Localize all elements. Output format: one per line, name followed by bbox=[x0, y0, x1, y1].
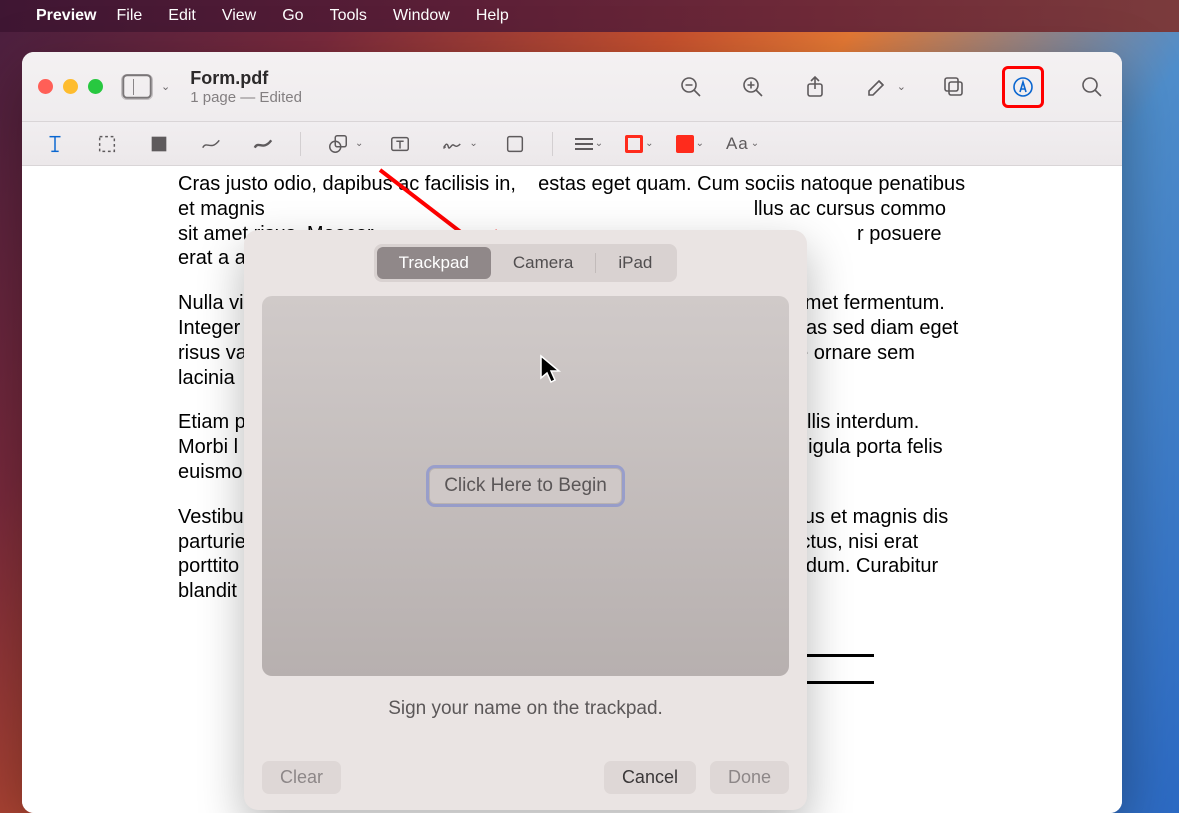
zoom-in-button[interactable] bbox=[739, 73, 767, 101]
titlebar: ⌄ Form.pdf 1 page — Edited ⌄ bbox=[22, 52, 1122, 122]
zoom-button[interactable] bbox=[88, 79, 103, 94]
share-button[interactable] bbox=[801, 73, 829, 101]
document-title: Form.pdf bbox=[190, 68, 302, 89]
document-subtitle: 1 page — Edited bbox=[190, 89, 302, 106]
tab-ipad[interactable]: iPad bbox=[596, 247, 674, 279]
clear-button[interactable]: Clear bbox=[262, 761, 341, 794]
cancel-button[interactable]: Cancel bbox=[604, 761, 696, 794]
close-button[interactable] bbox=[38, 79, 53, 94]
signature-instruction: Sign your name on the trackpad. bbox=[388, 698, 663, 720]
chevron-down-icon: ⌄ bbox=[595, 138, 603, 149]
document-header: Form.pdf 1 page — Edited bbox=[190, 68, 302, 106]
text-style-label: Aa bbox=[726, 134, 749, 154]
chevron-down-icon: ⌄ bbox=[469, 138, 477, 149]
highlight-menu-chevron-icon[interactable]: ⌄ bbox=[897, 80, 906, 93]
markup-toolbar-button[interactable] bbox=[1009, 73, 1037, 101]
mouse-cursor-icon bbox=[539, 354, 565, 384]
line-style-menu[interactable]: ⌄ bbox=[575, 138, 603, 150]
fill-color-swatch bbox=[676, 135, 694, 153]
chevron-down-icon: ⌄ bbox=[355, 138, 363, 149]
signature-source-tabs: Trackpad Camera iPad bbox=[374, 244, 678, 282]
zoom-out-button[interactable] bbox=[677, 73, 705, 101]
sidebar-toggle-button[interactable] bbox=[121, 74, 153, 100]
sidebar-mode-chevron-icon[interactable]: ⌄ bbox=[161, 80, 170, 93]
search-button[interactable] bbox=[1078, 73, 1106, 101]
app-menu[interactable]: Preview bbox=[36, 7, 96, 25]
sketch-tool[interactable] bbox=[196, 129, 226, 159]
chevron-down-icon: ⌄ bbox=[696, 138, 704, 149]
menu-help[interactable]: Help bbox=[476, 7, 509, 25]
popover-buttons: Clear Cancel Done bbox=[262, 761, 789, 794]
draw-tool[interactable] bbox=[248, 129, 278, 159]
note-tool[interactable] bbox=[500, 129, 530, 159]
text-style-menu[interactable]: Aa ⌄ bbox=[726, 134, 759, 154]
text-selection-tool[interactable] bbox=[40, 129, 70, 159]
click-to-begin-button[interactable]: Click Here to Begin bbox=[429, 468, 622, 504]
tab-trackpad[interactable]: Trackpad bbox=[377, 247, 491, 279]
highlight-button[interactable] bbox=[863, 73, 891, 101]
menu-tools[interactable]: Tools bbox=[330, 7, 367, 25]
minimize-button[interactable] bbox=[63, 79, 78, 94]
border-color-swatch bbox=[625, 135, 643, 153]
fill-color-menu[interactable]: ⌄ bbox=[676, 135, 704, 153]
done-button[interactable]: Done bbox=[710, 761, 789, 794]
menu-window[interactable]: Window bbox=[393, 7, 450, 25]
text-box-tool[interactable] bbox=[385, 129, 415, 159]
sign-menu[interactable]: ⌄ bbox=[437, 129, 477, 159]
menu-file[interactable]: File bbox=[116, 7, 142, 25]
signature-popover: Trackpad Camera iPad Click Here to Begin… bbox=[244, 230, 807, 810]
tab-camera[interactable]: Camera bbox=[491, 247, 595, 279]
chevron-down-icon: ⌄ bbox=[645, 138, 653, 149]
menu-edit[interactable]: Edit bbox=[168, 7, 196, 25]
markup-button-highlight bbox=[1002, 66, 1044, 108]
macos-menubar: Preview File Edit View Go Tools Window H… bbox=[0, 0, 1179, 32]
trackpad-signature-area[interactable]: Click Here to Begin bbox=[262, 296, 789, 676]
rect-selection-tool[interactable] bbox=[92, 129, 122, 159]
shapes-menu[interactable]: ⌄ bbox=[323, 129, 363, 159]
menu-view[interactable]: View bbox=[222, 7, 256, 25]
markup-toolbar: ⌄ ⌄ ⌄ ⌄ ⌄ Aa ⌄ bbox=[22, 122, 1122, 166]
preview-window: ⌄ Form.pdf 1 page — Edited ⌄ bbox=[22, 52, 1122, 813]
window-controls bbox=[38, 79, 103, 94]
border-color-menu[interactable]: ⌄ bbox=[625, 135, 653, 153]
toolbar-separator bbox=[300, 132, 301, 156]
toolbar-separator bbox=[552, 132, 553, 156]
redact-tool[interactable] bbox=[144, 129, 174, 159]
rotate-button[interactable] bbox=[940, 73, 968, 101]
chevron-down-icon: ⌄ bbox=[751, 138, 759, 149]
menu-go[interactable]: Go bbox=[282, 7, 303, 25]
